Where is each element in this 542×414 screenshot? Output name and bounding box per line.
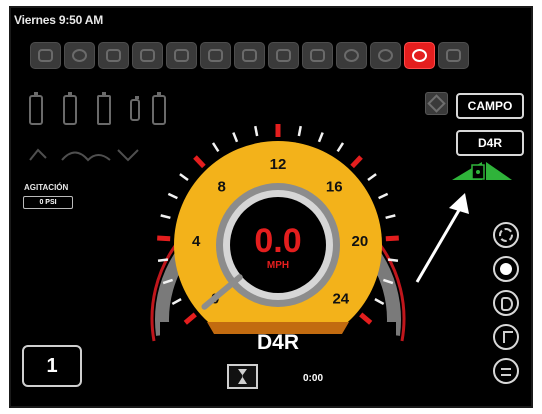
hourglass-icon[interactable] bbox=[227, 364, 258, 389]
menu-button[interactable] bbox=[493, 358, 519, 384]
gear-selector[interactable]: 1 bbox=[22, 345, 82, 387]
headlights-icon bbox=[501, 297, 513, 311]
headlights-button[interactable] bbox=[493, 290, 519, 316]
fan-button[interactable] bbox=[493, 222, 519, 248]
light-button[interactable] bbox=[493, 256, 519, 282]
music-icon bbox=[503, 331, 513, 343]
light-icon bbox=[500, 263, 512, 275]
fan-icon bbox=[499, 228, 513, 242]
menu-icon bbox=[501, 368, 511, 376]
music-button[interactable] bbox=[493, 324, 519, 350]
timer-value: 0:00 bbox=[303, 373, 324, 384]
